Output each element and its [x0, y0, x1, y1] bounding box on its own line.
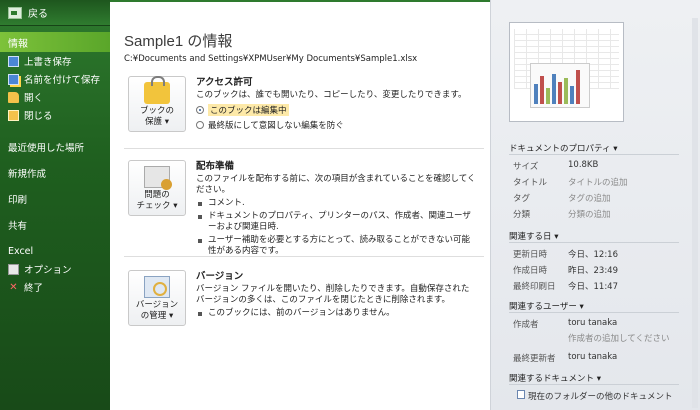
nav-share[interactable]: 共有 [0, 212, 110, 238]
properties-pane: ドキュメントのプロパティ ▾ サイズ 10.8KB タイトル タイトルの追加 タグタ… [490, 0, 700, 410]
nav-excel-group: Excel [8, 245, 34, 257]
nav-open-label: 開く [24, 93, 44, 104]
prop-category[interactable]: 分類 分類の追加 [513, 208, 611, 220]
nav-recent[interactable]: 最近使用した場所 [0, 134, 110, 160]
prop-title[interactable]: タイトル タイトルの追加 [513, 176, 628, 188]
prop-created: 作成日時 昨日、23:49 [513, 266, 618, 276]
radio-mark-final[interactable]: 最終版にして意図しない編集を防ぐ [196, 119, 476, 131]
prepare-section: 問題の チェック ▾ 配布準備 このファイルを配布する前に、次の項目が含まれてい… [124, 158, 484, 258]
prop-size: サイズ 10.8KB [513, 160, 599, 172]
versions-icon [144, 276, 170, 298]
radio-editing[interactable]: このブックは編集中 [196, 104, 476, 116]
nav-save[interactable]: 上書き保存 [0, 52, 110, 70]
nav-save-label: 上書き保存 [24, 57, 72, 68]
divider [124, 256, 484, 257]
other-docs-link[interactable]: 現在のフォルダーの他のドキュメント [517, 390, 673, 402]
related-docs-dropdown[interactable]: 関連するドキュメント ▾ [509, 372, 601, 384]
divider [124, 148, 484, 149]
nav-open[interactable]: 開く [0, 88, 110, 106]
nav-close[interactable]: 閉じる [0, 106, 110, 124]
lock-icon [144, 76, 170, 104]
prop-modified: 更新日時 今日、12:16 [513, 250, 618, 260]
prepare-heading: 配布準備 [196, 161, 235, 172]
prop-tags[interactable]: タグ タグの追加 [513, 192, 611, 204]
nav-close-label: 閉じる [24, 111, 53, 122]
open-folder-icon [8, 91, 19, 103]
back-label: 戻る [28, 9, 48, 20]
back-icon [8, 6, 22, 19]
list-item: このブックには、前のバージョンはありません。 [196, 308, 476, 319]
page-title: Sample1 の情報 [124, 33, 233, 50]
prop-author: 作成者 toru tanaka [513, 318, 618, 330]
close-folder-icon [8, 109, 19, 121]
permissions-heading: アクセス許可 [196, 77, 253, 88]
options-icon [8, 263, 19, 275]
radio-dot-selected [196, 106, 204, 114]
check-issues-icon [144, 166, 172, 190]
permissions-section: ブックの 保護 ▾ アクセス許可 このブックは、誰でも開いたり、コピーしたり、変… [124, 74, 484, 140]
protect-workbook-button[interactable]: ブックの 保護 ▾ [128, 76, 186, 132]
nav-print[interactable]: 印刷 [0, 186, 110, 212]
add-author-link[interactable]: 作成者の追加してください [568, 332, 670, 344]
radio-dot [196, 121, 204, 129]
info-pane: Sample1 の情報 C:¥Documents and Settings¥XP… [110, 0, 490, 410]
thumbnail-chart [530, 63, 590, 108]
list-item: ユーザー補助を必要とする方にとって、読み取ることができない可能性がある内容です。 [196, 235, 476, 257]
exit-icon: ✕ [9, 281, 18, 293]
doc-properties-dropdown[interactable]: ドキュメントのプロパティ ▾ [509, 142, 617, 154]
backstage-nav: 戻る 情報 上書き保存 名前を付けて保存 開く 閉じる 最近使用した場所 新規作… [0, 0, 110, 410]
nav-options[interactable]: オプション [0, 260, 110, 278]
related-people-dropdown[interactable]: 関連するユーザー ▾ [509, 300, 584, 312]
nav-info-label: 情報 [8, 38, 28, 50]
list-item: ドキュメントのプロパティ、プリンターのパス、作成者、関連ユーザーおよび関連日時. [196, 211, 476, 233]
versions-heading: バージョン [196, 271, 244, 282]
properties-scrollbar[interactable] [692, 18, 698, 408]
nav-save-as[interactable]: 名前を付けて保存 [0, 70, 110, 88]
related-dates-dropdown[interactable]: 関連する日 ▾ [509, 230, 558, 242]
nav-exit[interactable]: ✕ 終了 [0, 278, 110, 296]
document-thumbnail [509, 22, 624, 122]
file-path: C:¥Documents and Settings¥XPMUser¥My Doc… [124, 54, 418, 64]
list-item: コメント. [196, 198, 476, 209]
nav-info[interactable]: 情報 [0, 32, 110, 52]
save-icon [8, 55, 19, 67]
manage-versions-button[interactable]: バージョン の管理 ▾ [128, 270, 186, 326]
save-as-icon [8, 73, 19, 85]
prop-last-modified-by: 最終更新者 toru tanaka [513, 352, 618, 364]
nav-save-as-label: 名前を付けて保存 [24, 75, 101, 86]
versions-section: バージョン の管理 ▾ バージョン バージョン ファイルを開いたり、削除したりで… [124, 268, 484, 338]
nav-new[interactable]: 新規作成 [0, 160, 110, 186]
back-button[interactable]: 戻る [0, 0, 110, 26]
check-issues-button[interactable]: 問題の チェック ▾ [128, 160, 186, 216]
prop-printed: 最終印刷日 今日、11:47 [513, 282, 618, 292]
document-icon [517, 390, 525, 399]
